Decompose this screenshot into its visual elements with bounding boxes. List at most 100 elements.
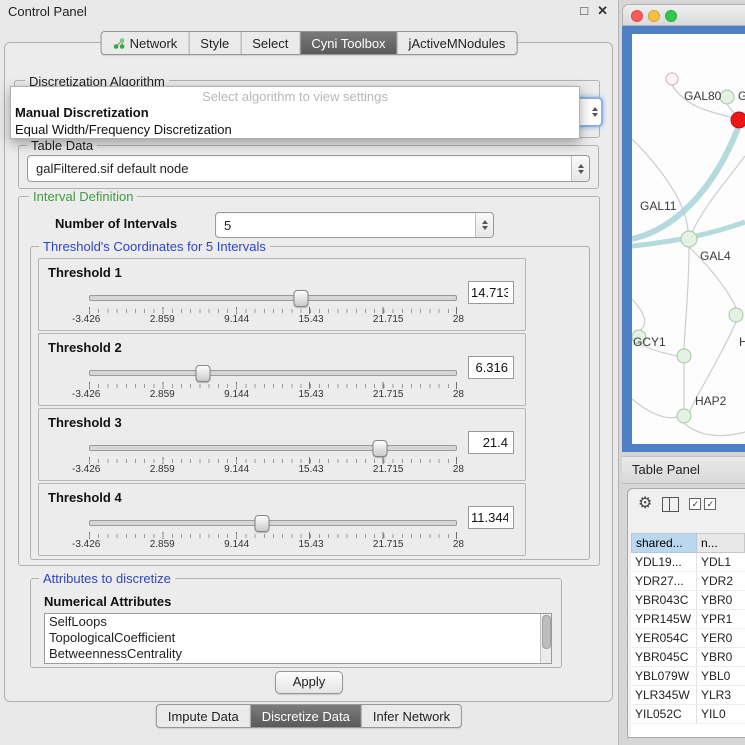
table-row[interactable]: YBR045CYBR0 (631, 648, 745, 667)
network-node[interactable] (677, 349, 691, 363)
column-header-name[interactable]: n... (697, 533, 745, 553)
tab-discretize-data[interactable]: Discretize Data (250, 705, 361, 727)
control-panel-titlebar: Control Panel □ ✕ (0, 0, 618, 22)
numerical-attributes-list: SelfLoops TopologicalCoefficient Between… (44, 613, 552, 664)
network-edge[interactable] (632, 399, 677, 418)
slider-thumb[interactable] (196, 365, 211, 382)
threshold-slider[interactable] (89, 364, 457, 380)
table-panel-title: Table Panel (622, 462, 700, 477)
thresholds-legend: Threshold's Coordinates for 5 Intervals (39, 239, 270, 254)
tick-label: 2.859 (150, 539, 175, 550)
list-scrollbar[interactable] (540, 614, 551, 663)
node-label: G (738, 89, 745, 103)
threshold-value-field[interactable] (468, 356, 514, 379)
slider-thumb[interactable] (372, 440, 387, 457)
tick-label: 28 (453, 314, 464, 325)
slider-thumb[interactable] (254, 515, 269, 532)
float-window-icon[interactable]: □ (580, 3, 588, 19)
gear-icon[interactable]: ⚙ (638, 496, 652, 512)
minimize-traffic-light[interactable] (648, 10, 660, 22)
select-all-checkbox-icon[interactable]: ✓ (689, 498, 701, 510)
table-row[interactable]: YBL079WYBL0 (631, 667, 745, 686)
table-window: ⚙ ✓ ✓ shared... n... YDL19...YDL1 YDR27.… (627, 488, 745, 738)
network-node[interactable] (731, 112, 745, 128)
slider-track (89, 370, 457, 376)
tick-label: 28 (453, 389, 464, 400)
cell: YBL0 (697, 667, 745, 685)
tab-select[interactable]: Select (240, 32, 299, 54)
number-of-intervals-value: 5 (216, 218, 475, 233)
tab-jactivemnodules[interactable]: jActiveMNodules (397, 32, 517, 54)
slider-scale: -3.4262.8599.14415.4321.71528 (72, 464, 464, 475)
threshold-value-field[interactable] (468, 431, 514, 454)
network-node[interactable] (729, 308, 743, 322)
network-edge[interactable] (632, 128, 738, 239)
threshold-panel-2: Threshold 2 -3.4262.8599.14415.4321.7152… (38, 333, 526, 406)
network-node[interactable] (681, 231, 697, 247)
zoom-traffic-light[interactable] (665, 10, 677, 22)
table-row[interactable]: YLR345WYLR3 (631, 686, 745, 705)
tab-network[interactable]: Network (102, 32, 189, 54)
table-row[interactable]: YBR043CYBR0 (631, 591, 745, 610)
network-tab-icon (113, 37, 126, 50)
threshold-label: Threshold 2 (48, 340, 122, 355)
dropdown-option-equal-width-frequency[interactable]: Equal Width/Frequency Discretization (11, 121, 579, 138)
tick-label: -3.426 (72, 389, 100, 400)
node-label: GAL11 (640, 199, 676, 213)
tick-label: 28 (453, 464, 464, 475)
network-edge[interactable] (684, 247, 689, 350)
cell: YDR2 (697, 572, 745, 590)
threshold-slider[interactable] (89, 514, 457, 530)
cell: YIL052C (631, 705, 697, 723)
list-item-selfloops[interactable]: SelfLoops (45, 614, 551, 630)
select-checks: ✓ ✓ (689, 498, 716, 510)
tab-impute-data[interactable]: Impute Data (157, 705, 250, 727)
threshold-value-field[interactable] (468, 506, 514, 529)
tab-style[interactable]: Style (188, 32, 240, 54)
network-node[interactable] (666, 73, 678, 85)
tab-infer-network[interactable]: Infer Network (361, 705, 461, 727)
slider-scale: -3.4262.8599.14415.4321.71528 (72, 314, 464, 325)
tab-label: Style (200, 36, 229, 51)
network-node[interactable] (677, 409, 691, 423)
slider-ruler (89, 532, 457, 539)
list-item-topologicalcoefficient[interactable]: TopologicalCoefficient (45, 630, 551, 646)
table-row[interactable]: YIL052CYIL0 (631, 705, 745, 724)
table-row[interactable]: YDL19...YDL1 (631, 553, 745, 572)
tick-label: -3.426 (72, 314, 100, 325)
tab-cyni-toolbox[interactable]: Cyni Toolbox (299, 32, 396, 54)
cell: YPR145W (631, 610, 697, 628)
threshold-slider[interactable] (89, 439, 457, 455)
scrollbar-thumb[interactable] (542, 615, 551, 649)
cell: YER054C (631, 629, 697, 647)
network-edge[interactable] (684, 423, 745, 436)
network-canvas[interactable]: GAL80GGAL11GAL4GCY1HHAP2 (632, 34, 745, 444)
tab-label: Network (130, 36, 178, 51)
table-row[interactable]: YPR145WYPR1 (631, 610, 745, 629)
table-data-combobox[interactable]: galFiltered.sif default node (27, 155, 590, 182)
number-of-intervals-combobox[interactable]: 5 (215, 212, 494, 238)
tab-label: jActiveMNodules (409, 36, 506, 51)
close-traffic-light[interactable] (631, 10, 643, 22)
column-header-shared-name[interactable]: shared... (631, 533, 697, 553)
tick-label: 28 (453, 539, 464, 550)
slider-thumb[interactable] (294, 290, 309, 307)
threshold-value-field[interactable] (468, 281, 514, 304)
columns-icon[interactable] (662, 497, 679, 512)
network-edge[interactable] (632, 299, 645, 331)
select-none-checkbox-icon[interactable]: ✓ (704, 498, 716, 510)
list-item-betweennesscentrality[interactable]: BetweennessCentrality (45, 646, 551, 662)
stepper-up-icon (592, 107, 598, 111)
close-window-icon[interactable]: ✕ (597, 3, 608, 19)
cell: YBR045C (631, 648, 697, 666)
threshold-slider[interactable] (89, 289, 457, 305)
network-node[interactable] (720, 90, 734, 104)
cell: YPR1 (697, 610, 745, 628)
table-row[interactable]: YER054CYER0 (631, 629, 745, 648)
tick-label: 15.43 (299, 539, 324, 550)
table-row[interactable]: YDR27...YDR2 (631, 572, 745, 591)
tab-label: Select (252, 36, 288, 51)
apply-button[interactable]: Apply (275, 671, 343, 694)
threshold-panel-1: Threshold 1 -3.4262.8599.14415.4321.7152… (38, 258, 526, 331)
dropdown-option-manual-discretization[interactable]: Manual Discretization (11, 104, 579, 121)
